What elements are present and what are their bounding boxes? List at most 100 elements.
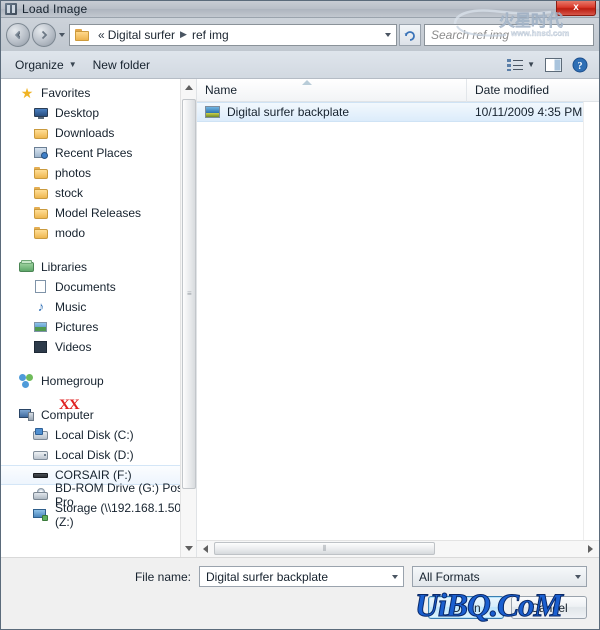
- usb-drive-icon: [33, 467, 49, 483]
- search-input[interactable]: Search ref img: [424, 23, 594, 46]
- hscroll-left-button[interactable]: [197, 541, 214, 557]
- address-breadcrumb-bar[interactable]: « Digital surfer ▶ ref img: [69, 23, 397, 46]
- sidebar-item-photos[interactable]: photos: [1, 163, 196, 183]
- scroll-grip: ⦀: [322, 543, 327, 553]
- sidebar-group-label: Libraries: [41, 260, 88, 274]
- scroll-down-arrow: [185, 546, 193, 551]
- sidebar-scroll-down-button[interactable]: [181, 540, 196, 557]
- file-list-vertical-strip: [583, 102, 599, 540]
- filename-dropdown-button[interactable]: [387, 567, 403, 586]
- sidebar-item-local-disk-c[interactable]: Local Disk (C:): [1, 425, 196, 445]
- sidebar-item-model-releases[interactable]: Model Releases: [1, 203, 196, 223]
- view-list-icon: [507, 58, 524, 71]
- file-list-pane: Name Date modified Digital surfer backpl…: [197, 78, 599, 557]
- sidebar-item-label: Recent Places: [55, 146, 133, 160]
- breadcrumb-item-1[interactable]: ref img: [192, 28, 229, 42]
- change-view-button[interactable]: ▼: [502, 56, 540, 74]
- music-library-icon: ♪: [37, 299, 45, 314]
- sidebar-item-label: stock: [55, 186, 84, 200]
- sidebar-item-videos[interactable]: Videos: [1, 337, 196, 357]
- sidebar-group-homegroup[interactable]: Homegroup: [1, 371, 196, 391]
- organize-button[interactable]: Organize ▼: [7, 55, 85, 75]
- sidebar-item-label: Documents: [55, 280, 116, 294]
- refresh-button[interactable]: [399, 23, 421, 46]
- dialog-body: ★ Favorites Desktop Downloads Recent Places p…: [1, 78, 599, 557]
- filename-input[interactable]: Digital surfer backplate: [199, 566, 404, 587]
- window-title: Load Image: [22, 2, 88, 16]
- hscroll-thumb[interactable]: ⦀: [214, 542, 435, 555]
- computer-icon: [19, 407, 35, 423]
- sidebar-item-label: Local Disk (D:): [55, 448, 134, 462]
- new-folder-label: New folder: [92, 57, 150, 72]
- preview-pane-button[interactable]: [540, 56, 567, 74]
- network-drive-icon: [33, 507, 49, 523]
- filetype-select[interactable]: All Formats: [412, 566, 587, 587]
- sidebar-item-recent-places[interactable]: Recent Places: [1, 143, 196, 163]
- table-row[interactable]: Digital surfer backplate 10/11/2009 4:35 …: [197, 102, 599, 122]
- sidebar-group-spacer: [1, 391, 196, 405]
- file-name-label: Digital surfer backplate: [227, 105, 350, 119]
- hard-drive-icon: [33, 447, 49, 463]
- filetype-value: All Formats: [419, 569, 480, 584]
- sidebar-item-music[interactable]: ♪ Music: [1, 297, 196, 317]
- sidebar-item-downloads[interactable]: Downloads: [1, 123, 196, 143]
- forward-button[interactable]: [32, 22, 56, 47]
- navigation-pane: ★ Favorites Desktop Downloads Recent Places p…: [1, 79, 197, 557]
- breadcrumb-root-chevron[interactable]: «: [95, 28, 108, 42]
- sidebar-item-documents[interactable]: Documents: [1, 277, 196, 297]
- sidebar-group-spacer: [1, 357, 196, 371]
- desktop-icon: [33, 105, 49, 121]
- filename-value: Digital surfer backplate: [206, 569, 329, 584]
- sidebar-scroll-up-button[interactable]: [181, 79, 196, 96]
- sidebar-group-computer[interactable]: Computer: [1, 405, 196, 425]
- column-header-date[interactable]: Date modified: [467, 79, 599, 102]
- folder-icon: [33, 225, 49, 241]
- sidebar-item-modo[interactable]: modo: [1, 223, 196, 243]
- sidebar-item-label: photos: [55, 166, 92, 180]
- hscroll-right-button[interactable]: [582, 541, 599, 557]
- address-dropdown-button[interactable]: [379, 25, 396, 45]
- sidebar-item-stock[interactable]: stock: [1, 183, 196, 203]
- sidebar-item-desktop[interactable]: Desktop: [1, 103, 196, 123]
- close-button[interactable]: x: [556, 1, 596, 16]
- filetype-dropdown-button[interactable]: [570, 567, 586, 586]
- filename-label: File name:: [134, 569, 191, 584]
- sidebar-scrollbar[interactable]: ≡: [180, 79, 196, 557]
- help-button[interactable]: ?: [567, 55, 593, 75]
- sidebar-scroll-thumb[interactable]: ≡: [182, 99, 196, 489]
- sidebar-item-label: CORSAIR (F:): [55, 468, 132, 482]
- sidebar-item-label: Music: [55, 300, 87, 314]
- cancel-button[interactable]: Cancel: [511, 596, 587, 619]
- sidebar-item-storage-192-168-1-50-z[interactable]: Storage (\\192.168.1.50) (Z:): [1, 501, 196, 529]
- sidebar-item-label: Storage (\\192.168.1.50) (Z:): [55, 501, 186, 529]
- folder-icon: [33, 165, 49, 181]
- sidebar-group-favorites[interactable]: ★ Favorites: [1, 83, 196, 103]
- breadcrumb-item-0[interactable]: Digital surfer: [108, 28, 175, 42]
- sidebar-item-local-disk-d[interactable]: Local Disk (D:): [1, 445, 196, 465]
- sort-ascending-icon: [302, 79, 312, 85]
- column-header-date-label: Date modified: [475, 82, 550, 97]
- back-arrow-icon: [14, 30, 21, 39]
- homegroup-icon: [19, 373, 35, 389]
- sidebar-group-libraries[interactable]: Libraries: [1, 257, 196, 277]
- file-date-cell: 10/11/2009 4:35 PM: [475, 105, 583, 119]
- preview-pane-icon: [545, 57, 562, 72]
- folder-icon: [33, 205, 49, 221]
- recent-locations-button[interactable]: [56, 24, 67, 46]
- file-list-horizontal-scrollbar[interactable]: ⦀: [197, 540, 599, 557]
- breadcrumb-separator[interactable]: ▶: [175, 29, 192, 40]
- sidebar-item-pictures[interactable]: Pictures: [1, 317, 196, 337]
- column-header-name[interactable]: Name: [197, 78, 467, 102]
- title-bar: Load Image x: [1, 1, 599, 18]
- scroll-left-arrow: [203, 545, 208, 553]
- back-button[interactable]: [6, 22, 30, 47]
- new-folder-button[interactable]: New folder: [85, 55, 158, 75]
- star-icon: ★: [20, 85, 34, 101]
- downloads-folder-icon: [33, 125, 49, 141]
- column-header-name-label: Name: [205, 82, 238, 97]
- load-image-dialog: Load Image x « Digital surfer ▶ ref img: [0, 0, 600, 630]
- folder-icon: [75, 28, 91, 42]
- sidebar-item-label: Downloads: [55, 126, 115, 140]
- open-button[interactable]: Open: [428, 596, 504, 619]
- hscroll-track[interactable]: ⦀: [214, 541, 582, 557]
